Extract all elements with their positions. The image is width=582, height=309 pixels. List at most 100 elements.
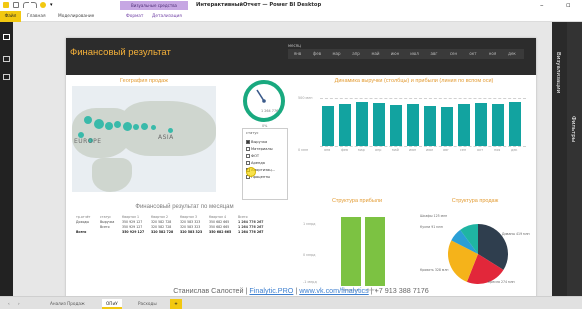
- month-slicer: янв фев мар апр май июн июл авг сен окт …: [288, 49, 524, 59]
- slicer-item-rent[interactable]: Аренда: [246, 160, 265, 166]
- app-logo-icon: [3, 2, 9, 8]
- map-bubble[interactable]: [94, 119, 104, 129]
- tab-pnl[interactable]: ОПиУ: [102, 299, 122, 309]
- ribbon-tabs: Файл Главная Моделирование Формат Детали…: [0, 11, 582, 22]
- revenue-bar[interactable]: [390, 105, 402, 146]
- month-button[interactable]: апр: [347, 49, 366, 59]
- month-button[interactable]: фев: [308, 49, 327, 59]
- minimize-button[interactable]: –: [540, 0, 544, 10]
- next-page-arrow-icon[interactable]: ›: [14, 299, 24, 309]
- author-name: Станислав Салостей: [173, 286, 244, 295]
- revenue-bar[interactable]: [424, 105, 436, 146]
- profit-chart-title: Структура прибыли: [331, 198, 383, 204]
- x-tick: окт: [477, 148, 484, 152]
- map-bubble[interactable]: [105, 122, 113, 130]
- financial-table[interactable]: Финансовый результат по месяцам тр.отчёт…: [72, 204, 297, 262]
- table-cell: 1 264 776 267: [238, 230, 264, 234]
- vk-link[interactable]: www.vk.com/finalytics: [299, 286, 369, 295]
- table-cell: 320 582 728: [151, 230, 174, 234]
- customize-toolbar-icon[interactable]: ▾: [50, 2, 56, 8]
- revenue-bar[interactable]: [458, 103, 470, 146]
- tab-drillthrough[interactable]: Детализация: [152, 11, 182, 22]
- relationships-view-icon[interactable]: [3, 74, 10, 80]
- slicer-item-payroll[interactable]: ФОТ: [246, 153, 259, 159]
- tab-sales-analysis[interactable]: Анализ Продаж: [46, 299, 89, 309]
- month-button[interactable]: мар: [327, 49, 346, 59]
- slicer-item-label: Аренда: [251, 161, 265, 165]
- status-slicer: статус Выручка Материалы ФОТ Аренда Амор…: [242, 128, 288, 200]
- map-bubble[interactable]: [141, 123, 148, 130]
- finalytic-link[interactable]: Finalytic.PRO: [249, 286, 293, 295]
- month-button[interactable]: дек: [503, 49, 522, 59]
- x-tick: июл: [426, 148, 434, 152]
- x-tick: май: [392, 148, 399, 152]
- revenue-bar[interactable]: [509, 102, 521, 146]
- month-button[interactable]: авг: [425, 49, 444, 59]
- kpi-gauge[interactable]: 1 264 776 0%: [240, 76, 292, 130]
- revenue-bar[interactable]: [492, 104, 504, 146]
- table-cell: 350 682 665: [209, 230, 232, 234]
- revenue-profit-chart[interactable]: 500 млн 0 млн янв фев мар апр май июн июл авг се…: [298, 86, 526, 192]
- profit-bar[interactable]: [341, 217, 361, 286]
- filters-pane[interactable]: Фильтры: [567, 22, 582, 296]
- month-button[interactable]: сен: [444, 49, 463, 59]
- smiley-icon[interactable]: [40, 2, 46, 8]
- mouse-cursor-highlight: [246, 167, 256, 177]
- tab-modeling[interactable]: Моделирование: [58, 11, 94, 22]
- revenue-bar[interactable]: [339, 104, 351, 146]
- report-view-icon[interactable]: [3, 34, 10, 40]
- sales-map[interactable]: EUROPE ASIA: [72, 86, 216, 192]
- title-bar: ▾ Визуальные средства ИнтерактивныйОтчет…: [0, 0, 582, 11]
- page-tabs-bar: ‹ › Анализ Продаж ОПиУ Расходы +: [0, 296, 582, 309]
- revenue-bar[interactable]: [441, 106, 453, 146]
- revenue-bar[interactable]: [407, 104, 419, 146]
- pie-label: Кровать 328 млн: [420, 268, 449, 272]
- tab-file[interactable]: Файл: [0, 11, 21, 22]
- maximize-button[interactable]: ▫: [566, 0, 571, 10]
- map-bubble[interactable]: [123, 122, 132, 131]
- map-label-asia: ASIA: [158, 134, 174, 141]
- revenue-bar[interactable]: [356, 102, 368, 146]
- month-button[interactable]: янв: [288, 49, 307, 59]
- month-button[interactable]: июн: [386, 49, 405, 59]
- x-tick: апр: [375, 148, 382, 152]
- visualizations-pane[interactable]: Визуализации: [552, 22, 567, 296]
- table-cell: Всего: [76, 230, 87, 234]
- x-tick: сен: [460, 148, 467, 152]
- profit-bar[interactable]: [365, 217, 385, 286]
- redo-icon[interactable]: [31, 2, 37, 8]
- phone-number: +7 913 388 7176: [374, 286, 429, 295]
- month-button[interactable]: май: [366, 49, 385, 59]
- checkbox-icon: [246, 140, 250, 144]
- map-bubble[interactable]: [151, 125, 156, 130]
- data-view-icon[interactable]: [3, 56, 10, 62]
- undo-icon[interactable]: [23, 2, 29, 8]
- tab-expenses[interactable]: Расходы: [134, 299, 161, 309]
- month-button[interactable]: июл: [405, 49, 424, 59]
- revenue-bar[interactable]: [373, 102, 385, 146]
- prev-page-arrow-icon[interactable]: ‹: [4, 299, 14, 309]
- table-cell: 350 929 127: [122, 230, 145, 234]
- report-page: Финансовый результат месяц янв фев мар а…: [66, 38, 536, 301]
- add-page-button[interactable]: +: [170, 299, 182, 309]
- save-icon[interactable]: [13, 2, 19, 8]
- map-bubble[interactable]: [84, 116, 92, 124]
- tab-home[interactable]: Главная: [27, 11, 46, 22]
- month-button[interactable]: окт: [464, 49, 483, 59]
- y-tick: 500 млн: [298, 96, 313, 100]
- month-button[interactable]: ноя: [483, 49, 502, 59]
- slicer-item-label: Материалы: [251, 147, 273, 151]
- revenue-bar[interactable]: [475, 102, 487, 146]
- gridline: [320, 146, 526, 147]
- map-bubble[interactable]: [114, 121, 121, 128]
- contextual-tab-group: Визуальные средства: [120, 1, 188, 10]
- tab-format[interactable]: Формат: [126, 11, 143, 22]
- revenue-bar[interactable]: [322, 105, 334, 146]
- x-tick: дек: [511, 148, 518, 152]
- slicer-item-revenue[interactable]: Выручка: [246, 139, 267, 145]
- checkbox-icon: [246, 147, 250, 151]
- y-tick: 0 млрд: [303, 253, 316, 257]
- map-bubble[interactable]: [168, 128, 173, 133]
- slicer-item-materials[interactable]: Материалы: [246, 146, 273, 152]
- map-bubble[interactable]: [133, 124, 139, 130]
